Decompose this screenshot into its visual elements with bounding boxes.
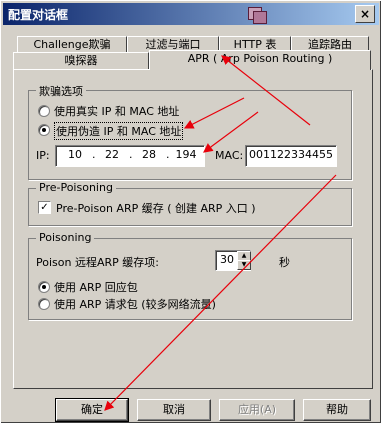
apply-label: 应用(A) [237,403,277,416]
ip-dot: . [92,148,96,161]
unit-label: 秒 [279,256,290,269]
ip-address-field[interactable]: 10 . 22 . 28 . 194 [55,145,205,167]
tab-challenge-spoofing[interactable]: Challenge欺骗 [17,36,127,53]
radio-real-ip-mac[interactable] [38,105,50,117]
pre-poison-checkbox[interactable]: ✓ [38,201,51,214]
tab-label: 嗅探器 [64,54,98,67]
ip-octet-4: 194 [175,148,197,161]
radio-real-label: 使用真实 IP 和 MAC 地址 [54,105,180,118]
close-icon: × [359,7,371,21]
group-title: Pre-Poisoning [36,181,116,194]
spinner-down-arrow[interactable]: ▼ [237,260,251,270]
group-title: Poisoning [36,231,95,244]
checkmark-icon: ✓ [40,202,49,213]
ip-octet-1: 10 [68,148,82,161]
ok-label: 确定 [81,403,103,416]
radio-fake-label: 使用伪造 IP 和 MAC 地址 [54,122,184,140]
apply-button[interactable]: 应用(A) [219,399,295,421]
radio-arp-request-label: 使用 ARP 请求包 (较多网络流量) [54,298,216,311]
ip-octet-3: 28 [142,148,156,161]
cache-interval-label: Poison 远程ARP 缓存项: [36,256,159,269]
help-button[interactable]: 帮助 [303,399,371,421]
radio-arp-reply-label: 使用 ARP 回应包 [54,281,138,294]
config-dialog: 配置对话框 × Challenge欺骗 过滤与端口 HTTP 表 追踪路由 嗅探… [0,0,381,423]
tab-sniffer[interactable]: 嗅探器 [13,52,149,69]
ip-dot: . [166,148,170,161]
ip-octet-2: 22 [105,148,119,161]
title-bar[interactable]: 配置对话框 × [3,3,379,25]
group-title: 欺骗选项 [36,83,86,99]
mac-label: MAC: [215,149,244,162]
pre-poison-label: Pre-Poison ARP 缓存 ( 创建 ARP 入口 ) [56,202,256,215]
window-title: 配置对话框 [8,8,69,22]
tab-apr[interactable]: APR ( Arp Poison Routing ) [149,50,371,70]
ip-dot: . [129,148,133,161]
radio-fake-ip-mac[interactable] [38,124,50,136]
radio-arp-request[interactable] [38,298,50,310]
close-button[interactable]: × [355,5,375,23]
poisoning-group: Poisoning Poison 远程ARP 缓存项: 30 ▲ ▼ 秒 使用 … [28,231,352,320]
cache-interval-value: 30 [220,253,234,266]
mac-value: 001122334455 [249,148,333,161]
pre-poisoning-group: Pre-Poisoning ✓ Pre-Poison ARP 缓存 ( 创建 A… [28,181,352,226]
tab-label: APR ( Arp Poison Routing ) [187,52,333,65]
cancel-button[interactable]: 取消 [137,399,211,421]
ip-label: IP: [36,149,50,162]
app-icon [245,5,267,24]
help-label: 帮助 [326,403,348,416]
radio-arp-reply[interactable] [38,281,50,293]
ok-button[interactable]: 确定 [55,398,129,422]
mac-address-field[interactable]: 001122334455 [245,145,337,167]
cancel-label: 取消 [163,403,185,416]
spoofing-options-group: 欺骗选项 使用真实 IP 和 MAC 地址 使用伪造 IP 和 MAC 地址 I… [28,83,352,180]
tab-label: Challenge欺骗 [33,38,111,51]
apr-tab-panel: 欺骗选项 使用真实 IP 和 MAC 地址 使用伪造 IP 和 MAC 地址 I… [13,69,373,389]
